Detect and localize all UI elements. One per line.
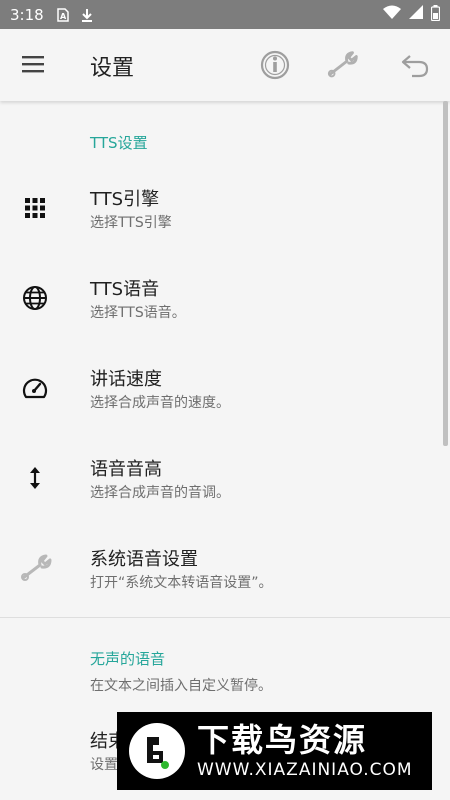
speedometer-icon [20,373,50,403]
section-summary-silent: 在文本之间插入自定义暂停。 [90,678,272,694]
section-header-tts: TTS设置 [90,134,148,152]
pref-system-tts-settings[interactable]: 系统语音设置 打开“系统文本转语音设置”。 [0,525,443,615]
pref-summary: 选择TTS引擎 [90,215,172,231]
vertical-arrows-icon [20,463,50,493]
status-bar: 3:18 A [0,0,450,29]
pref-silent-speech[interactable]: 无声的语音 在文本之间插入自定义暂停。 [0,631,443,701]
pref-speech-pitch[interactable]: 语音音高 选择合成声音的音调。 [0,435,443,525]
pref-summary: 设置 [90,757,118,773]
pref-summary: 打开“系统文本转语音设置”。 [90,575,273,591]
status-time: 3:18 [10,5,44,24]
scrollbar[interactable] [443,101,448,446]
download-icon [80,8,94,22]
watermark-banner: 下载鸟资源 WWW.XIAZAINIAO.COM [117,712,432,790]
grid-icon [20,193,50,223]
wrench-icon [18,553,58,583]
pref-title: 语音音高 [90,459,162,480]
pref-tts-engine[interactable]: TTS引擎 选择TTS引擎 [0,165,443,255]
menu-icon [22,56,44,73]
watermark-text: 下载鸟资源 WWW.XIAZAINIAO.COM [197,722,413,780]
signal-icon [409,5,423,24]
pref-summary: 选择合成声音的音调。 [90,485,230,501]
watermark-logo [129,723,185,779]
watermark-title: 下载鸟资源 [197,721,368,759]
pref-summary: 选择合成声音的速度。 [90,395,230,411]
settings-screen: 3:18 A 设置 TTS设置 TTS引擎 选择TTS引擎 TTS语音 选择TT… [0,0,450,800]
menu-button[interactable] [20,53,50,77]
info-button[interactable] [257,47,293,83]
settings-list[interactable]: TTS设置 TTS引擎 选择TTS引擎 TTS语音 选择TTS语音。 讲话速度 … [0,101,450,800]
section-header-silent: 无声的语音 [90,650,166,668]
pref-tts-voice[interactable]: TTS语音 选择TTS语音。 [0,255,443,345]
globe-icon [20,283,50,313]
status-right-icons [383,4,441,25]
pref-title: 系统语音设置 [90,549,198,570]
tools-button[interactable] [326,47,362,83]
pref-summary: 选择TTS语音。 [90,305,186,321]
svg-text:A: A [60,12,67,21]
wifi-icon [383,5,401,24]
pref-title: TTS语音 [90,279,160,300]
section-divider [0,617,450,618]
pref-speech-rate[interactable]: 讲话速度 选择合成声音的速度。 [0,345,443,435]
pref-title: TTS引擎 [90,189,160,210]
wrench-icon [327,51,358,78]
pref-title: 讲话速度 [90,369,162,390]
undo-button[interactable] [397,47,433,83]
page-title: 设置 [90,56,135,81]
sim-card-icon: A [56,7,70,22]
info-icon [260,50,290,80]
watermark-url: WWW.XIAZAINIAO.COM [197,760,413,780]
undo-icon [401,55,429,78]
battery-icon [430,4,441,25]
app-bar: 设置 [0,29,450,101]
